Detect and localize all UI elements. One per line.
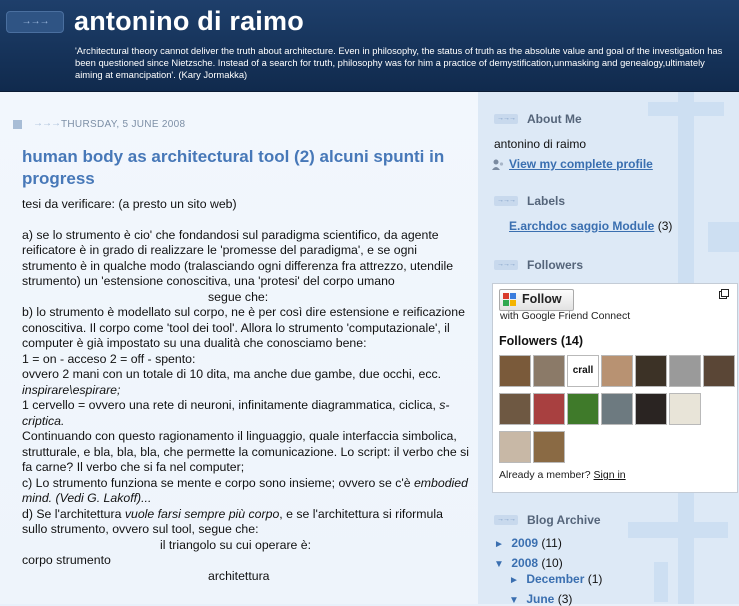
expand-icon[interactable] <box>719 289 729 299</box>
arrows-icon: →→→ <box>33 118 61 129</box>
post-paragraph: a) se lo strumento è cio' che fondandosi… <box>22 227 454 289</box>
archive-year-2009[interactable]: ► 2009 (11) <box>494 536 562 550</box>
archive-year-2008[interactable]: ▼ 2008 (10) <box>494 556 563 570</box>
widget-title: About Me <box>527 112 582 126</box>
widget-title: Followers <box>527 258 584 272</box>
post-text-italic: inspirare\espirare; <box>22 382 121 397</box>
followers-count-title: Followers (14) <box>499 334 584 348</box>
gfc-caption: with Google Friend Connect <box>500 310 631 322</box>
arrows-icon: →→→ <box>494 515 518 525</box>
follow-button[interactable]: Follow <box>499 289 574 311</box>
arrows-icon: →→→ <box>494 196 518 206</box>
archive-year-link[interactable]: 2009 <box>511 536 538 550</box>
collapsed-toggle-icon[interactable]: ► <box>509 575 523 586</box>
follower-avatar[interactable] <box>703 355 735 387</box>
expanded-toggle-icon[interactable]: ▼ <box>494 559 508 570</box>
post-paragraph: 1 = on - acceso 2 = off - spento: <box>22 351 196 366</box>
follower-avatar[interactable] <box>499 431 531 463</box>
post-text: 1 cervello = ovvero una rete di neuroni,… <box>22 398 440 412</box>
post-paragraph: 1 cervello = ovvero una rete di neuroni,… <box>22 398 469 429</box>
archive-year-link[interactable]: 2008 <box>511 556 538 570</box>
follower-avatar[interactable] <box>635 355 667 387</box>
bullet-icon <box>13 120 22 129</box>
post-paragraph: corpo strumento <box>22 553 111 567</box>
follower-avatar[interactable] <box>601 355 633 387</box>
follower-avatar[interactable] <box>533 431 565 463</box>
arrows-icon: →→→ <box>494 114 518 124</box>
blog-description: 'Architectural theory cannot deliver the… <box>75 45 723 80</box>
sidebar-decoration <box>654 562 668 602</box>
post-paragraph: Continuando con questo ragionamento il l… <box>22 429 470 474</box>
follower-avatar[interactable] <box>499 355 531 387</box>
widget-title: Labels <box>527 194 566 208</box>
post-paragraph: b) lo strumento è modellato sul corpo, n… <box>22 305 465 350</box>
archive-count: (10) <box>541 556 563 570</box>
avatar-text: crall <box>572 365 594 376</box>
post-paragraph: architettura <box>208 568 270 583</box>
post-paragraph: ovvero 2 mani con un totale di 10 dita, … <box>22 367 469 398</box>
collapsed-toggle-icon[interactable]: ► <box>494 539 508 550</box>
follower-avatar[interactable] <box>635 393 667 425</box>
post-date: Thursday, 5 June 2008 <box>61 119 186 130</box>
post-paragraph: d) Se l'architettura vuole farsi sempre … <box>22 507 469 538</box>
follower-avatar[interactable] <box>669 355 701 387</box>
post-paragraph: segue che: <box>208 289 269 304</box>
profile-icon <box>492 159 504 170</box>
post-text: ovvero 2 mani con un totale di 10 dita, … <box>22 367 442 381</box>
sidebar-decoration <box>708 222 739 252</box>
sidebar-decoration <box>648 102 724 116</box>
follower-avatar[interactable] <box>533 393 565 425</box>
label-count: (3) <box>657 219 673 233</box>
already-member-text: Already a member? <box>499 469 591 481</box>
sign-in-link[interactable]: Sign in <box>594 469 626 481</box>
widget-title: Blog Archive <box>527 513 601 527</box>
blog-header: →→→ antonino di raimo 'Architectural the… <box>0 0 739 92</box>
post-text: c) Lo strumento funziona se mente e corp… <box>22 475 414 490</box>
label-link[interactable]: E.archdoc saggio Module <box>509 219 654 233</box>
profile-name: antonino di raimo <box>494 137 587 151</box>
arrows-icon: →→→ <box>6 11 64 33</box>
post-paragraph: il triangolo su cui operare è: <box>160 537 312 552</box>
post-text-italic: vuole farsi sempre più corpo <box>124 506 280 521</box>
follower-avatar[interactable] <box>499 393 531 425</box>
expanded-toggle-icon[interactable]: ▼ <box>509 595 523 606</box>
archive-month-link[interactable]: December <box>526 572 584 586</box>
archive-month-december[interactable]: ► December (1) <box>509 572 602 586</box>
post-text: d) Se l'architettura <box>22 506 125 521</box>
google-friend-connect-icon <box>503 293 516 306</box>
follower-avatar[interactable] <box>669 393 701 425</box>
already-member: Already a member? Sign in <box>499 469 626 481</box>
follow-label: Follow <box>522 292 562 306</box>
follower-avatar[interactable] <box>601 393 633 425</box>
view-profile-link[interactable]: View my complete profile <box>509 157 653 171</box>
label-item: E.archdoc saggio Module (3) <box>509 219 672 233</box>
followers-widget: Follow with Google Friend Connect Follow… <box>492 283 738 493</box>
post-body: tesi da verificare: (a presto un sito we… <box>22 197 469 584</box>
archive-count: (1) <box>587 572 603 586</box>
follower-avatar[interactable]: crall <box>567 355 599 387</box>
archive-count: (11) <box>541 536 562 550</box>
post-title[interactable]: human body as architectural tool (2) alc… <box>22 146 462 190</box>
sidebar-decoration <box>628 522 728 538</box>
post-paragraph: c) Lo strumento funziona se mente e corp… <box>22 476 469 507</box>
post-paragraph: tesi da verificare: (a presto un sito we… <box>22 197 237 211</box>
follower-avatar[interactable] <box>533 355 565 387</box>
follower-avatar[interactable] <box>567 393 599 425</box>
arrows-icon: →→→ <box>494 260 518 270</box>
blog-title[interactable]: antonino di raimo <box>74 6 304 37</box>
